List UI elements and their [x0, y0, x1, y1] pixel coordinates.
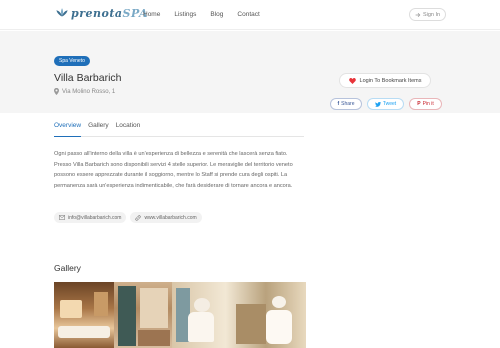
- envelope-icon: [59, 215, 65, 220]
- nav-listings[interactable]: Listings: [174, 11, 196, 18]
- gallery-image[interactable]: [54, 282, 114, 348]
- address-text: Via Molino Rosso, 1: [62, 88, 116, 95]
- pinterest-icon: P: [417, 101, 421, 107]
- tab-gallery[interactable]: Gallery: [88, 121, 109, 137]
- sign-in-icon: [415, 12, 421, 17]
- facebook-share-label: Share: [341, 101, 355, 107]
- heart-icon: [348, 77, 356, 84]
- pinterest-share-button[interactable]: P Pin it: [409, 98, 442, 110]
- tab-location[interactable]: Location: [116, 121, 141, 137]
- lotus-logo-icon: [56, 8, 68, 17]
- twitter-share-button[interactable]: Tweet: [367, 98, 404, 110]
- listing-address: Via Molino Rosso, 1: [54, 88, 115, 95]
- gallery-image[interactable]: [114, 282, 172, 348]
- main-nav: Home Listings Blog Contact: [143, 11, 274, 18]
- listing-title: Villa Barbarich: [54, 72, 122, 84]
- bookmark-button[interactable]: Login To Bookmark Items: [339, 73, 431, 88]
- listing-tabs: Overview Gallery Location: [54, 121, 304, 137]
- contact-links: info@villabarbarich.com www.villabarbari…: [54, 212, 202, 223]
- category-badge[interactable]: Spa Veneto: [54, 56, 90, 66]
- gallery-image[interactable]: [172, 282, 306, 348]
- facebook-icon: f: [337, 101, 340, 107]
- nav-blog[interactable]: Blog: [210, 11, 223, 18]
- map-pin-icon: [54, 88, 59, 95]
- pinterest-share-label: Pin it: [422, 101, 434, 107]
- twitter-share-label: Tweet: [382, 101, 397, 107]
- website-text: www.villabarbarich.com: [144, 214, 197, 221]
- link-icon: [135, 214, 142, 221]
- email-link[interactable]: info@villabarbarich.com: [54, 212, 127, 223]
- tab-overview[interactable]: Overview: [54, 121, 82, 137]
- sign-in-label: Sign In: [422, 11, 441, 18]
- bookmark-label: Login To Bookmark Items: [359, 77, 422, 84]
- website-link[interactable]: www.villabarbarich.com: [130, 212, 202, 223]
- gallery-strip: [54, 282, 306, 348]
- nav-contact[interactable]: Contact: [237, 11, 259, 18]
- top-header: prenotaSPA Home Listings Blog Contact Si…: [0, 0, 500, 30]
- share-buttons: f Share Tweet P Pin it: [330, 98, 442, 110]
- site-logo[interactable]: prenotaSPA: [55, 6, 148, 20]
- facebook-share-button[interactable]: f Share: [330, 98, 362, 110]
- email-text: info@villabarbarich.com: [68, 214, 122, 221]
- twitter-icon: [374, 101, 381, 107]
- sign-in-button[interactable]: Sign In: [409, 8, 446, 21]
- logo-text-main: prenota: [71, 6, 123, 20]
- gallery-heading: Gallery: [54, 263, 81, 273]
- nav-home[interactable]: Home: [143, 11, 160, 18]
- listing-description: Ogni passo all'interno della villa è un'…: [54, 151, 293, 189]
